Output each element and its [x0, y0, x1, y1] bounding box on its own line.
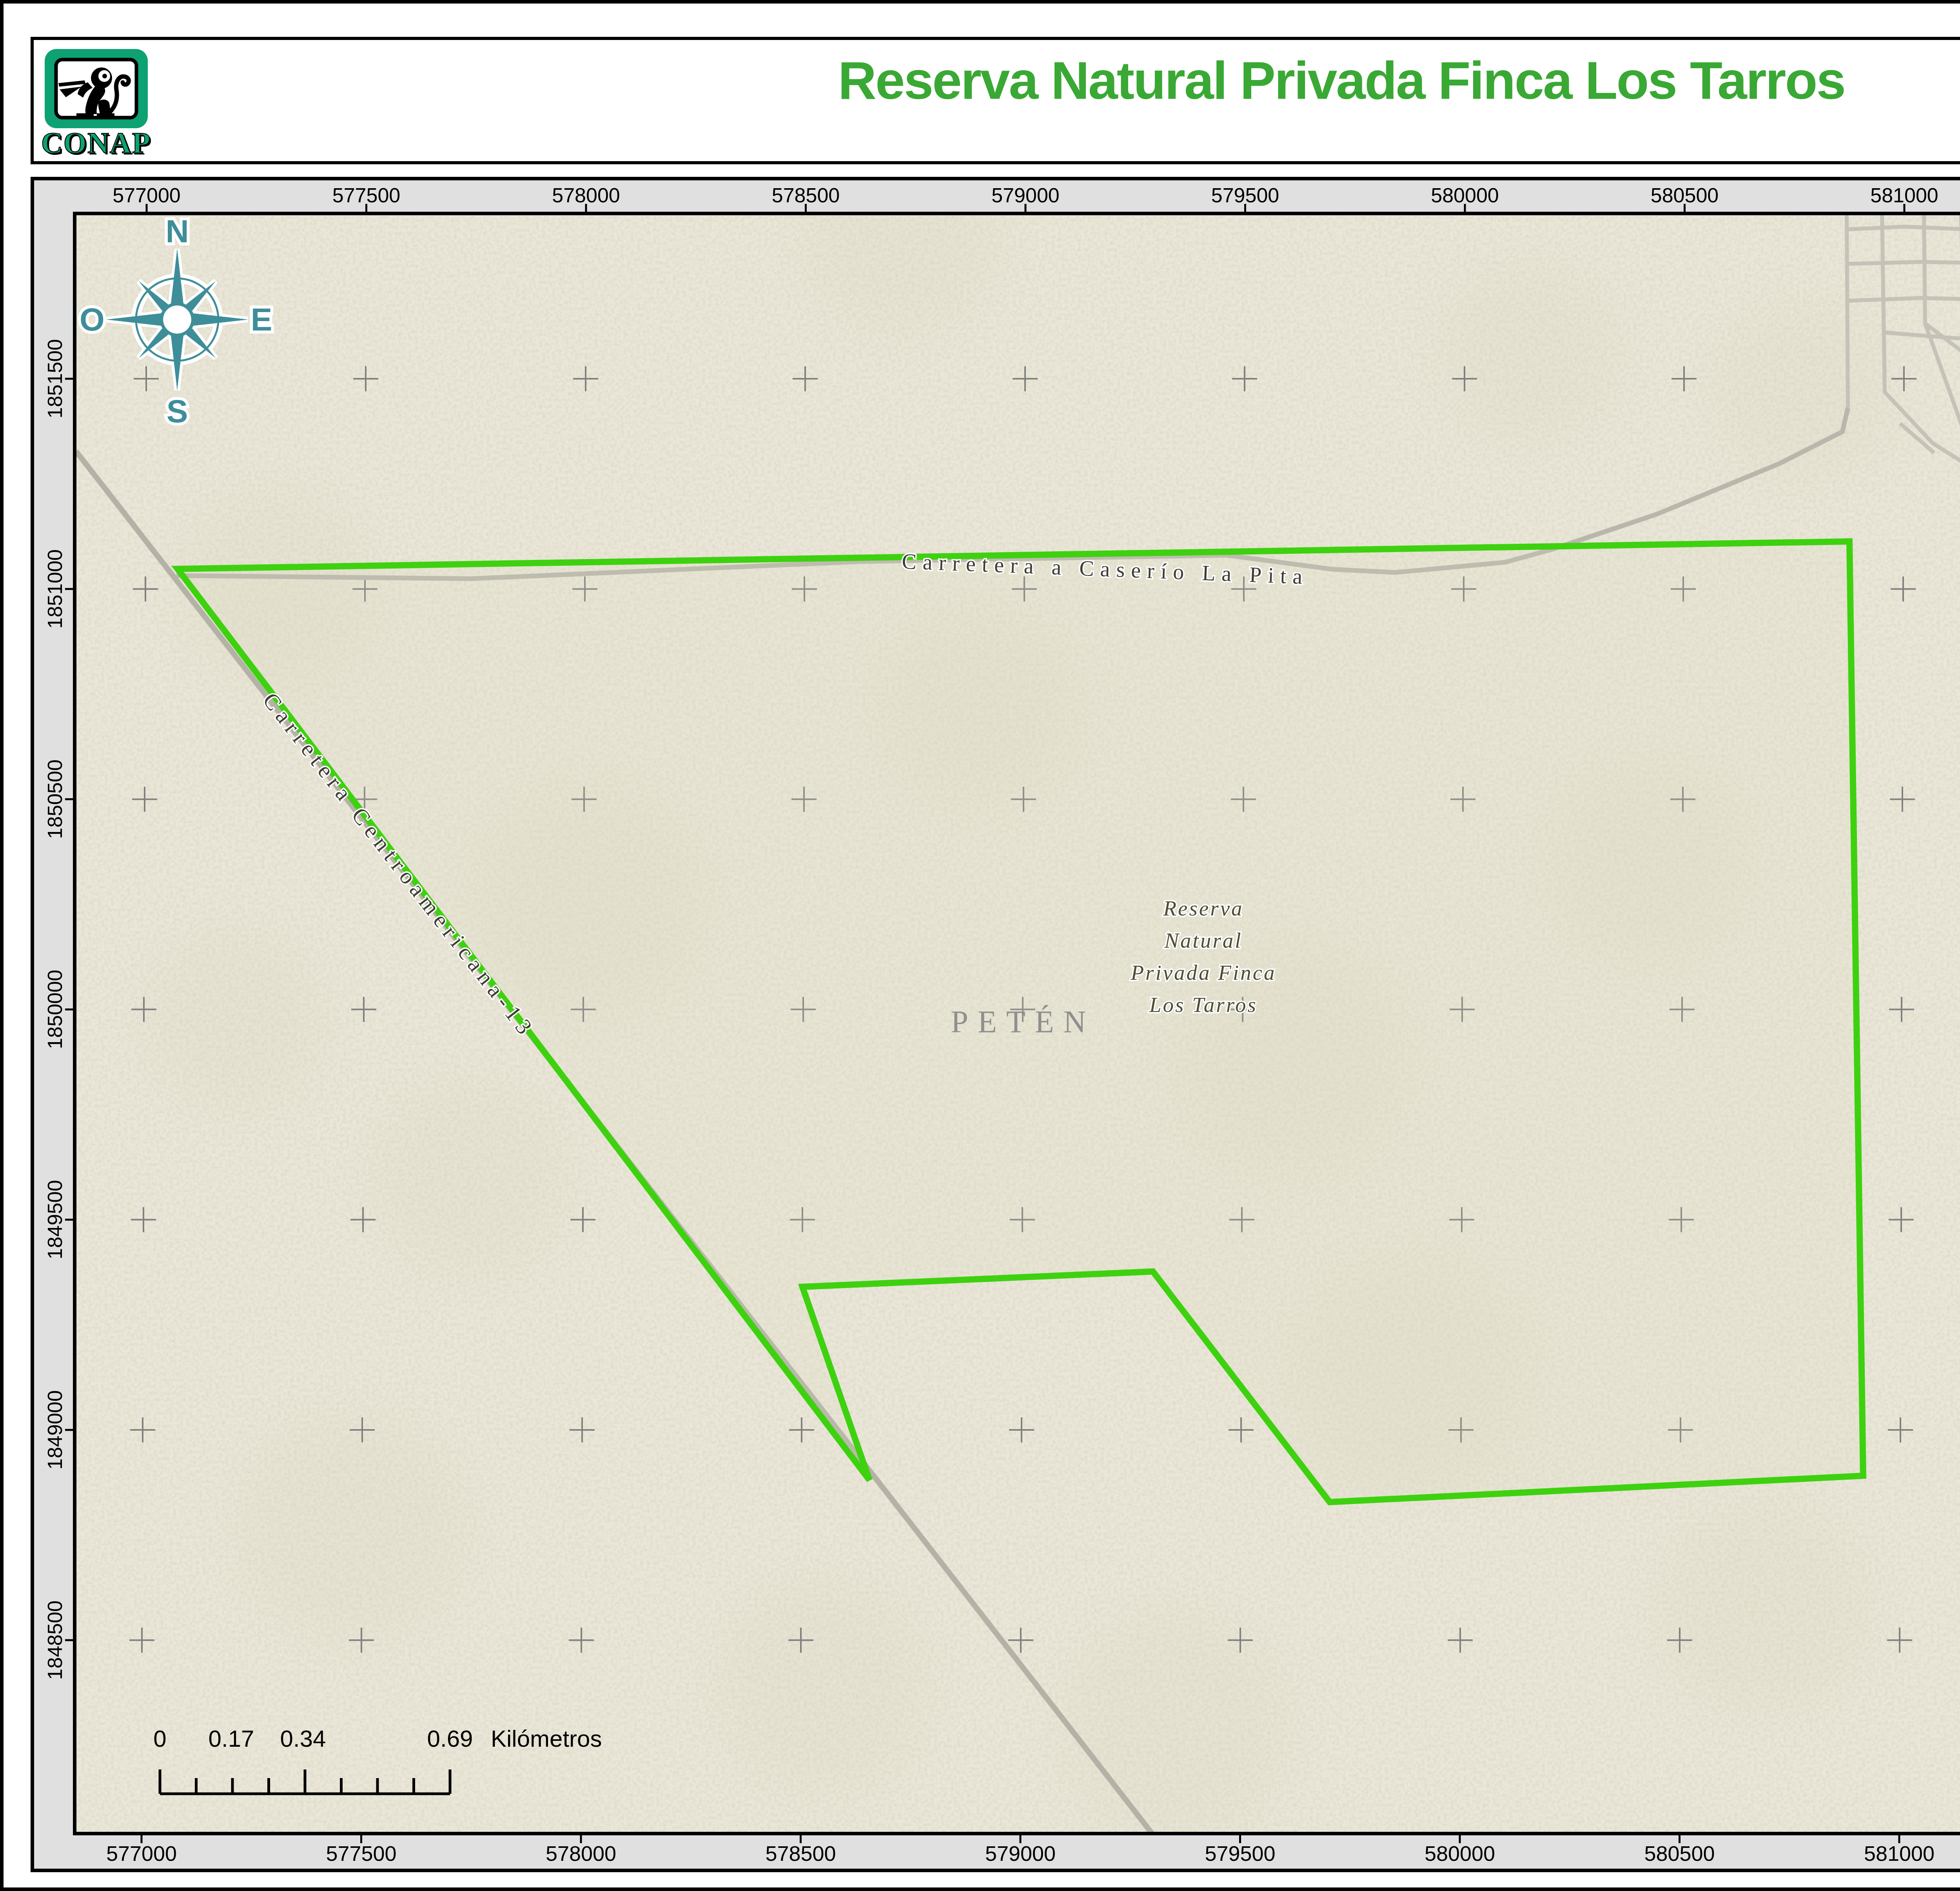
- svg-text:Reserva: Reserva: [1163, 896, 1243, 920]
- svg-text:Los Tarros: Los Tarros: [1149, 993, 1258, 1017]
- svg-text:1848500: 1848500: [44, 1600, 66, 1680]
- svg-text:Kilómetros: Kilómetros: [491, 1726, 602, 1752]
- svg-text:579500: 579500: [1205, 1842, 1275, 1865]
- svg-text:578000: 578000: [546, 1842, 616, 1865]
- svg-text:580500: 580500: [1644, 1842, 1715, 1865]
- svg-text:577500: 577500: [326, 1842, 396, 1865]
- svg-text:Natural: Natural: [1164, 928, 1242, 952]
- svg-text:0.69: 0.69: [427, 1726, 473, 1752]
- svg-text:1849000: 1849000: [44, 1390, 66, 1470]
- svg-text:0: 0: [153, 1726, 166, 1752]
- svg-text:Reserva Natural Privada Finca: Reserva Natural Privada Finca Los Tarros: [838, 51, 1845, 110]
- svg-text:581000: 581000: [1864, 1842, 1935, 1865]
- svg-text:1851500: 1851500: [44, 339, 66, 418]
- svg-text:CONAP: CONAP: [41, 126, 151, 159]
- svg-text:0.17: 0.17: [209, 1726, 254, 1752]
- svg-text:580500: 580500: [1651, 184, 1719, 207]
- svg-text:1850000: 1850000: [44, 970, 66, 1049]
- svg-text:578500: 578500: [772, 184, 840, 207]
- svg-text:577000: 577000: [113, 184, 181, 207]
- svg-text:Privada Finca: Privada Finca: [1130, 961, 1276, 985]
- svg-text:579500: 579500: [1211, 184, 1279, 207]
- svg-text:1849500: 1849500: [44, 1180, 66, 1259]
- svg-text:581000: 581000: [1870, 184, 1938, 207]
- svg-text:579000: 579000: [985, 1842, 1056, 1865]
- svg-text:E: E: [251, 302, 272, 337]
- svg-text:1850500: 1850500: [44, 759, 66, 839]
- svg-text:S: S: [167, 393, 188, 429]
- svg-text:578500: 578500: [765, 1842, 836, 1865]
- svg-text:O: O: [80, 302, 105, 337]
- svg-text:580000: 580000: [1425, 1842, 1495, 1865]
- svg-text:0.34: 0.34: [280, 1726, 326, 1752]
- svg-text:1851000: 1851000: [44, 549, 66, 629]
- svg-text:579000: 579000: [991, 184, 1060, 207]
- svg-text:580000: 580000: [1431, 184, 1499, 207]
- svg-text:578000: 578000: [552, 184, 620, 207]
- svg-text:577000: 577000: [106, 1842, 177, 1865]
- svg-text:PETÉN: PETÉN: [951, 1005, 1096, 1039]
- svg-text:577500: 577500: [332, 184, 401, 207]
- svg-text:N: N: [165, 213, 189, 249]
